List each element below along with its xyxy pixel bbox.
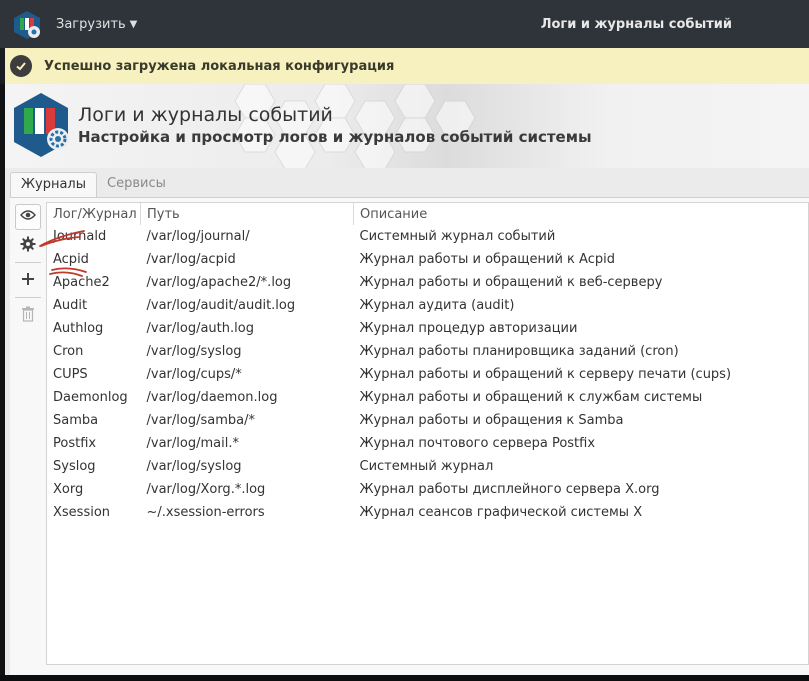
log-name-cell: Daemonlog — [53, 390, 128, 405]
toolbar-divider — [15, 262, 41, 263]
eye-icon — [20, 209, 36, 225]
log-name-cell: Xsession — [53, 505, 111, 520]
log-name-cell: Acpid — [53, 252, 89, 267]
side-toolbar — [15, 204, 41, 332]
log-path-cell: /var/log/cups/* — [146, 367, 242, 382]
table-row[interactable]: Journald/var/log/journal/Системный журна… — [47, 225, 800, 248]
log-description-cell: Журнал работы и обращений к веб-серверу — [359, 275, 663, 290]
title-bar: Загрузить ▼ Логи и журналы событий — [0, 0, 809, 48]
log-name-cell: Authlog — [53, 321, 104, 336]
app-logo-icon[interactable] — [12, 10, 42, 40]
table-row[interactable]: CUPS/var/log/cups/* Журнал работы и обращ… — [47, 363, 800, 386]
log-path-cell: /var/log/auth.log — [146, 321, 254, 336]
module-content: Логи и журналы событий Настройка и просм… — [5, 84, 809, 676]
table-row[interactable]: Postfix/var/log/mail.* Журнал почтового с… — [47, 432, 800, 455]
log-description-cell: Журнал работы и обращений к Acpid — [359, 252, 615, 267]
toolbar-divider — [15, 297, 41, 298]
notification-text: Успешно загружена локальная конфигурация — [44, 58, 395, 74]
table-row[interactable]: Xsession ~/.xsession-errors Журнал сеансов… — [47, 501, 800, 524]
table-row[interactable]: Authlog/var/log/auth.log Журнал процедур … — [47, 317, 800, 340]
load-menu-button[interactable]: Загрузить ▼ — [56, 17, 137, 32]
tab-services[interactable]: Сервисы — [97, 172, 176, 198]
log-path-cell: /var/log/syslog — [146, 344, 242, 359]
log-path-cell: /var/log/audit/audit.log — [146, 298, 296, 313]
delete-button[interactable] — [15, 303, 41, 329]
module-subtitle: Настройка и просмотр логов и журналов со… — [78, 128, 592, 146]
column-header-description[interactable]: Описание — [353, 203, 800, 225]
hexagon-pattern-decoration — [234, 84, 476, 168]
log-path-cell: /var/log/syslog — [146, 459, 242, 474]
table-row[interactable]: Syslog/var/log/syslog Системный журнал — [47, 455, 800, 478]
log-path-cell: /var/log/mail.* — [146, 436, 239, 451]
log-description-cell: Журнал работы и обращений к серверу печа… — [359, 367, 732, 382]
journals-panel: Лог/Журнал Путь Описание Journald/var/lo… — [10, 197, 809, 676]
log-path-cell: /var/log/journal/ — [146, 229, 250, 244]
table-row[interactable]: Xorg/var/log/Xorg.*.log Журнал работы дис… — [47, 478, 800, 501]
log-name-cell: Audit — [53, 298, 88, 313]
notification-bar: Успешно загружена локальная конфигурация — [5, 48, 809, 84]
column-header-path[interactable]: Путь — [140, 203, 354, 225]
module-title: Логи и журналы событий — [78, 104, 333, 126]
taskbar-strip — [0, 675, 809, 681]
module-header: Логи и журналы событий Настройка и просм… — [5, 84, 809, 168]
gear-icon — [20, 236, 36, 256]
column-header-log[interactable]: Лог/Журнал — [47, 203, 141, 225]
log-description-cell: Системный журнал событий — [359, 229, 556, 244]
log-path-cell: /var/log/Xorg.*.log — [146, 482, 266, 497]
log-description-cell: Журнал аудита (audit) — [359, 298, 515, 313]
log-name-cell: Xorg — [53, 482, 84, 497]
tab-journals[interactable]: Журналы — [10, 172, 97, 199]
load-menu-label: Загрузить — [56, 17, 126, 32]
log-path-cell: /var/log/samba/* — [146, 413, 255, 428]
plus-icon — [21, 272, 35, 290]
log-path-cell: /var/log/acpid — [146, 252, 236, 267]
log-name-cell: Apache2 — [53, 275, 110, 290]
log-path-cell: /var/log/apache2/*.log — [146, 275, 292, 290]
caret-down-icon: ▼ — [129, 19, 138, 30]
table-row[interactable]: Samba/var/log/samba/* Журнал работы и обр… — [47, 409, 800, 432]
logs-table: Лог/Журнал Путь Описание Journald/var/lo… — [46, 202, 809, 665]
table-row[interactable]: Acpid/var/log/acpid Журнал работы и обращ… — [47, 248, 800, 271]
log-name-cell: Samba — [53, 413, 99, 428]
log-description-cell: Журнал почтового сервера Postfix — [359, 436, 596, 451]
module-logo-icon — [12, 92, 70, 158]
log-name-cell: Journald — [53, 229, 107, 244]
log-description-cell: Журнал работы и обращения к Samba — [359, 413, 624, 428]
table-row[interactable]: Daemonlog/var/log/daemon.log Журнал работ… — [47, 386, 800, 409]
log-path-cell: /var/log/daemon.log — [146, 390, 278, 405]
log-name-cell: Cron — [53, 344, 84, 359]
view-button[interactable] — [15, 204, 41, 230]
log-description-cell: Журнал работы планировщика заданий (cron… — [359, 344, 679, 359]
trash-icon — [21, 306, 35, 326]
log-name-cell: Syslog — [53, 459, 96, 474]
table-row[interactable]: Audit/var/log/audit/audit.log Журнал ауди… — [47, 294, 800, 317]
log-path-cell: ~/.xsession-errors — [146, 505, 265, 520]
log-description-cell: Системный журнал — [359, 459, 494, 474]
window-title: Логи и журналы событий — [540, 17, 732, 32]
log-name-cell: Postfix — [53, 436, 97, 451]
table-header-row: Лог/Журнал Путь Описание — [47, 203, 800, 225]
checkmark-icon — [10, 55, 32, 77]
log-description-cell: Журнал сеансов графической системы X — [359, 505, 643, 520]
table-row[interactable]: Cron/var/log/syslog Журнал работы планиро… — [47, 340, 800, 363]
log-description-cell: Журнал работы и обращений к службам сист… — [359, 390, 703, 405]
tab-bar: Журналы Сервисы — [10, 172, 176, 199]
log-description-cell: Журнал работы дисплейного сервера X.org — [359, 482, 660, 497]
add-button[interactable] — [15, 268, 41, 294]
settings-button[interactable] — [15, 233, 41, 259]
table-row[interactable]: Apache2/var/log/apache2/*.log Журнал рабо… — [47, 271, 800, 294]
log-name-cell: CUPS — [53, 367, 88, 382]
log-description-cell: Журнал процедур авторизации — [359, 321, 578, 336]
